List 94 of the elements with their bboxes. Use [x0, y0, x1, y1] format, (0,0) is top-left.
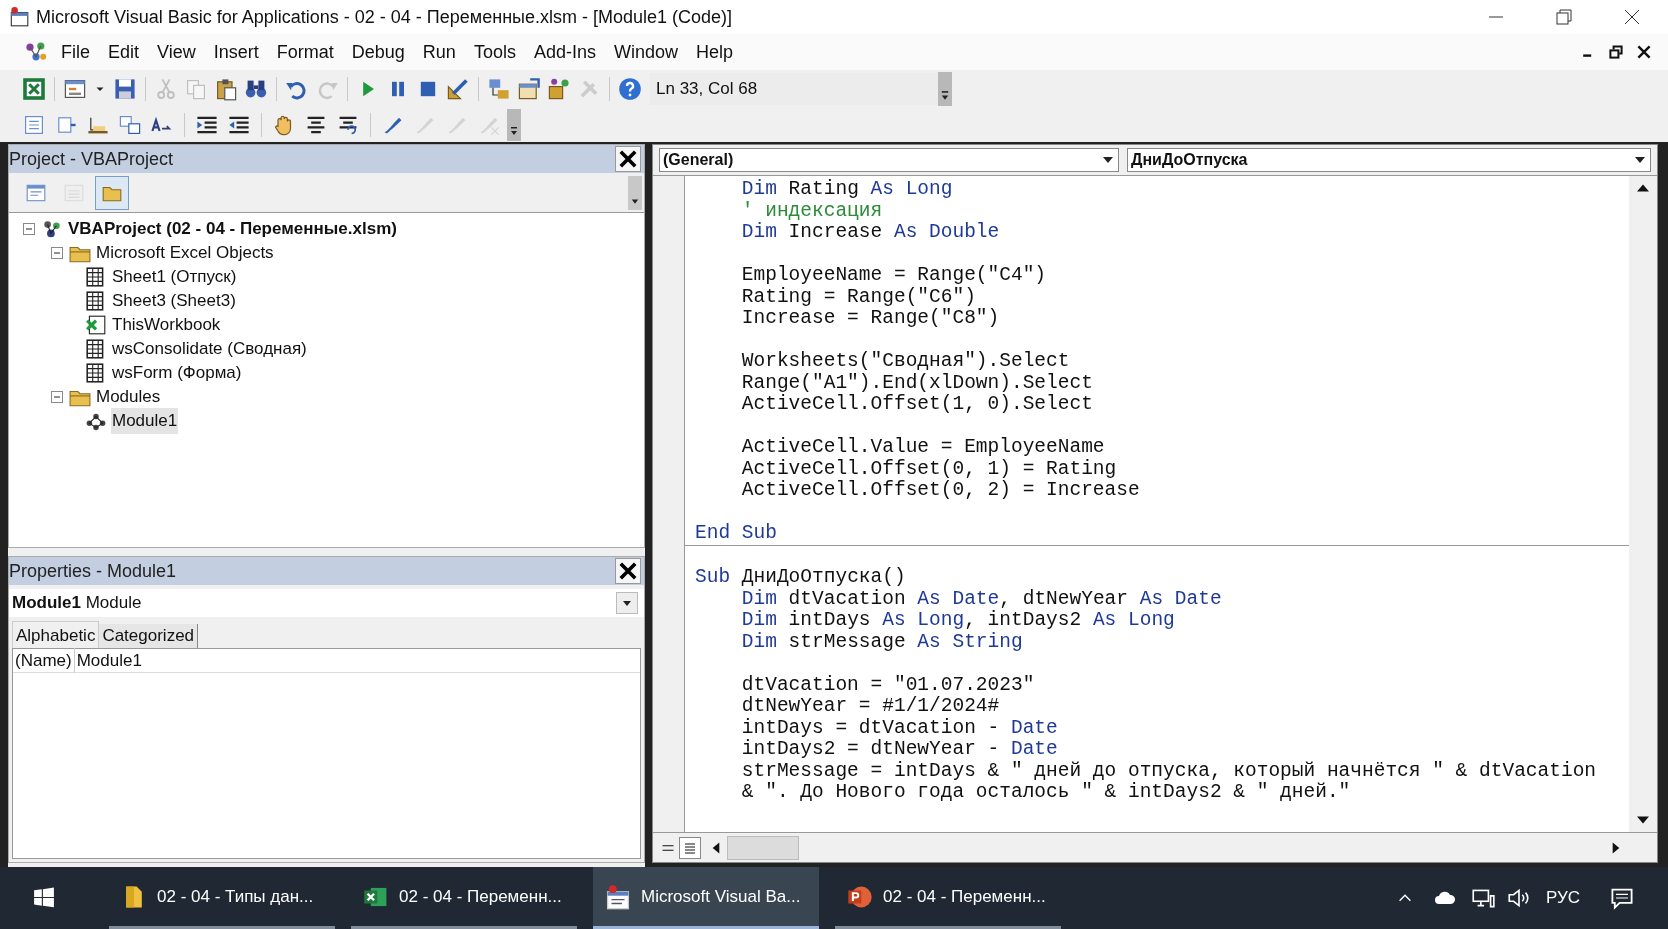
caret-icon	[616, 592, 638, 614]
project-tree-icon[interactable]	[487, 77, 511, 101]
folder-icon[interactable]	[95, 175, 129, 210]
restore-icon[interactable]	[1608, 44, 1624, 60]
close-icon[interactable]	[615, 146, 641, 172]
cursor-position-field: Ln 33, Col 68	[650, 73, 938, 105]
collapse-icon[interactable]	[51, 391, 63, 403]
menu-item[interactable]: Help	[687, 38, 742, 66]
code-line: ActiveCell.Value = EmployeeName	[740, 437, 1105, 459]
menu-item[interactable]: Format	[267, 38, 343, 66]
taskbar-button[interactable]: 02 - 04 - Переменн...	[351, 867, 577, 929]
code-line: ActiveCell.Offset(0, 2) = Increase	[740, 480, 1140, 502]
code-line: Dim dtVacation As Date, dtNewYear As Date	[740, 588, 1222, 610]
menu-item[interactable]: Insert	[204, 38, 268, 66]
code-line: Range("A1").End(xlDown).Select	[740, 372, 1093, 394]
tab[interactable]: Alphabetic	[12, 621, 100, 648]
tree-item[interactable]: ThisWorkbook	[111, 312, 222, 338]
properties-icon[interactable]	[517, 77, 541, 101]
menu-item[interactable]: Add-Ins	[524, 38, 605, 66]
scroll-grip-icon[interactable]	[628, 175, 642, 210]
object-box-icon[interactable]	[547, 77, 571, 101]
code-line: Increase = Range("C8")	[740, 308, 1000, 330]
tree-item[interactable]: Modules	[95, 384, 162, 410]
menu-item[interactable]: Window	[604, 38, 687, 66]
tree-item[interactable]: wsForm (Форма)	[111, 360, 243, 386]
scroll-thumb[interactable]	[727, 835, 799, 860]
close-icon[interactable]	[615, 558, 641, 584]
code-line: & ". До Нового года осталось " & intDays2 & " дней."	[740, 782, 1351, 804]
code-line: Dim Rating As Long	[740, 179, 953, 201]
window-title: Microsoft Visual Basic for Applications - 02 - 04 - Переменные.xlsm - [Module1 (Code)]	[36, 5, 733, 29]
notification-icon[interactable]	[1610, 886, 1634, 910]
save-icon[interactable]	[113, 77, 137, 101]
code-line: EmployeeName = Range("C4")	[740, 265, 1047, 287]
code-line: Worksheets("Сводная").Select	[740, 351, 1070, 373]
code-line: Dim intDays As Long, intDays2 As Long	[740, 610, 1175, 632]
tree-item[interactable]: wsConsolidate (Сводная)	[111, 336, 308, 362]
ruler-pencil-icon[interactable]	[446, 77, 470, 101]
menu-item[interactable]: Tools	[464, 38, 525, 66]
language-indicator[interactable]: РУС	[1545, 885, 1580, 911]
parameter-info-icon[interactable]	[118, 113, 142, 137]
property-value[interactable]: Module1	[74, 647, 144, 674]
menu-item[interactable]: Debug	[342, 38, 414, 66]
tree-item[interactable]: Sheet3 (Sheet3)	[111, 288, 237, 314]
toolbar-options-icon[interactable]	[507, 109, 521, 141]
object-type: Module	[85, 593, 142, 613]
code-line: intDays2 = dtNewYear - Date	[740, 739, 1058, 761]
code-line: End Sub	[695, 523, 777, 545]
taskbar-button[interactable]: 02 - 04 - Переменн...	[835, 867, 1061, 929]
tree-item[interactable]: Module1	[111, 408, 179, 434]
workbook-icon	[85, 314, 107, 336]
tree-item[interactable]: Sheet1 (Отпуск)	[111, 264, 238, 290]
close-icon[interactable]	[1622, 7, 1642, 27]
clipboard-icon[interactable]	[214, 77, 238, 101]
property-name: (Name)	[13, 647, 75, 674]
code-line: Sub ДниДоОтпуска()	[695, 567, 906, 589]
panel-title: Properties - Module1	[9, 559, 178, 583]
list-members-icon[interactable]	[22, 113, 46, 137]
code-line: ActiveCell.Offset(1, 0).Select	[740, 394, 1093, 416]
code-line: Dim strMessage As String	[740, 631, 1023, 653]
close-icon[interactable]	[1636, 44, 1652, 60]
code-line: Rating = Range("C6")	[740, 286, 976, 308]
menu-item[interactable]: File	[52, 38, 99, 66]
form-icon[interactable]	[63, 77, 87, 101]
code-line: Dim Increase As Double	[740, 222, 1000, 244]
tree-item[interactable]: VBAProject (02 - 04 - Переменные.xlsm)	[67, 216, 398, 242]
help-icon[interactable]	[618, 77, 642, 101]
menu-item[interactable]: Edit	[99, 38, 149, 66]
tree-item[interactable]: Microsoft Excel Objects	[95, 240, 275, 266]
taskbar-button[interactable]: Microsoft Visual Ba...	[593, 867, 819, 929]
object-dropdown[interactable]: (General)	[659, 148, 1119, 172]
code-line: dtNewYear = #1/1/2024#	[740, 696, 1000, 718]
collapse-icon[interactable]	[51, 247, 63, 259]
code-line: strMessage = intDays & " дней до отпуска, который начнётся " & dtVacation	[740, 760, 1597, 782]
menu-item[interactable]: Run	[413, 38, 465, 66]
panel-title: Project - VBAProject	[9, 147, 175, 171]
menu-item[interactable]: View	[148, 38, 205, 66]
app-icon	[8, 6, 30, 28]
spreadsheet-icon[interactable]	[22, 77, 46, 101]
taskbar-button[interactable]: 02 - 04 - Типы дан...	[109, 867, 335, 929]
windows-icon[interactable]	[33, 887, 55, 909]
collapse-icon[interactable]	[23, 223, 35, 235]
code-line: ' индексация	[740, 200, 883, 222]
vba-icon	[605, 883, 631, 910]
object-dropdown[interactable]: Module1 Module	[9, 589, 644, 617]
procedure-dropdown[interactable]: ДниДоОтпуска	[1127, 148, 1651, 172]
project-icon	[41, 218, 63, 240]
object-name: Module1	[12, 593, 81, 613]
code-line: dtVacation = "01.07.2023"	[740, 674, 1035, 696]
toolbar-options-icon[interactable]	[938, 72, 952, 106]
network-icon[interactable]	[1469, 887, 1496, 909]
full-module-view-icon[interactable]	[679, 836, 701, 859]
tab[interactable]: Categorized	[99, 624, 199, 648]
code-line: intDays = dtVacation - Date	[740, 717, 1058, 739]
code-line: ActiveCell.Offset(0, 1) = Rating	[740, 458, 1117, 480]
